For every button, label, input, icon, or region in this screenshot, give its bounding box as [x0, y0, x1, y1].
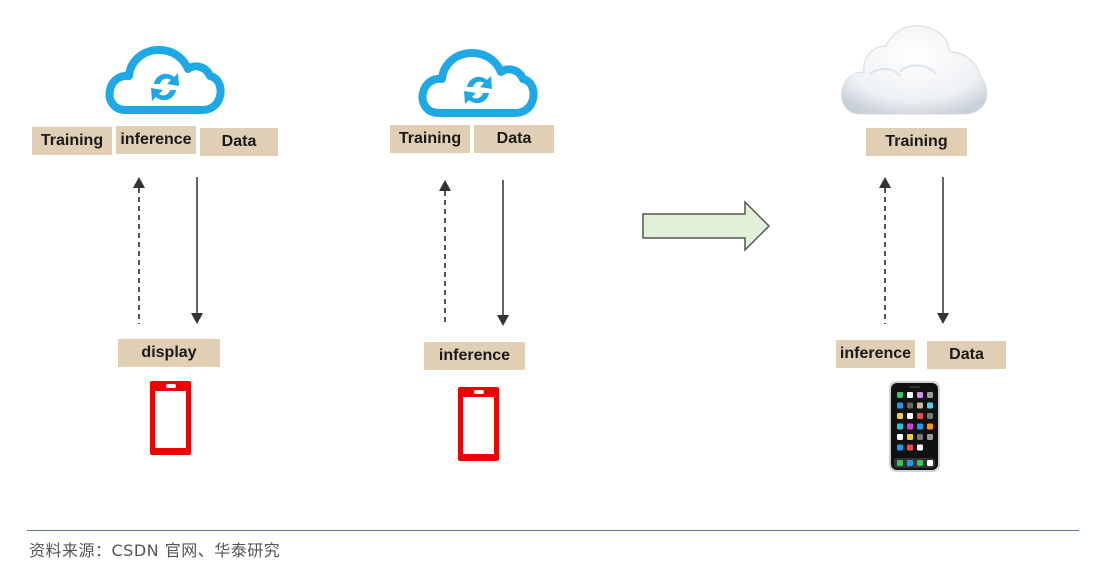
label-data: Data — [927, 341, 1006, 369]
app-tile — [927, 392, 933, 398]
label-data: Data — [474, 125, 554, 153]
solid-down-arrow — [497, 180, 509, 326]
white-cloud-icon — [841, 25, 988, 115]
dock-tile — [927, 460, 933, 466]
app-tile — [917, 392, 923, 398]
app-tile — [897, 402, 903, 409]
app-tile — [917, 434, 923, 440]
dashed-up-arrow — [439, 180, 451, 325]
app-tile — [907, 402, 913, 409]
app-tile — [897, 392, 903, 398]
app-tile — [897, 423, 903, 430]
label-training: Training — [866, 128, 967, 156]
solid-down-arrow — [191, 177, 203, 324]
app-tile — [917, 423, 923, 430]
label-inference: inference — [424, 342, 525, 370]
app-tile — [917, 413, 923, 419]
app-tile — [907, 434, 913, 440]
dock-tile — [907, 460, 913, 466]
label-inference: inference — [836, 340, 915, 368]
app-tile — [917, 402, 923, 409]
solid-down-arrow — [937, 177, 949, 324]
app-tile — [907, 392, 913, 398]
dock-tile — [897, 460, 903, 466]
label-training: Training — [32, 127, 112, 155]
cloud-sync-icon — [418, 49, 538, 117]
app-tile — [927, 402, 933, 409]
footer-divider — [27, 530, 1079, 531]
app-tile — [917, 444, 923, 451]
right-arrow-icon — [642, 200, 771, 252]
app-tile — [897, 434, 903, 440]
app-tile — [907, 444, 913, 451]
app-tile — [897, 444, 903, 451]
app-tile — [907, 413, 913, 419]
app-tile — [927, 413, 933, 419]
smartphone-apps-icon — [889, 381, 940, 472]
red-phone-icon — [458, 387, 499, 461]
label-training: Training — [390, 125, 470, 153]
dashed-up-arrow — [133, 177, 145, 324]
app-tile — [927, 434, 933, 440]
app-tile — [907, 423, 913, 430]
label-display: display — [118, 339, 220, 367]
label-data: Data — [200, 128, 278, 156]
app-tile — [927, 423, 933, 430]
source-note: 资料来源：CSDN 官网、华泰研究 — [29, 541, 281, 560]
dock-tile — [917, 460, 923, 466]
dashed-up-arrow — [879, 177, 891, 324]
label-inference: inference — [116, 126, 196, 154]
cloud-sync-icon — [105, 46, 225, 114]
red-phone-icon — [150, 381, 191, 455]
app-tile — [897, 413, 903, 419]
